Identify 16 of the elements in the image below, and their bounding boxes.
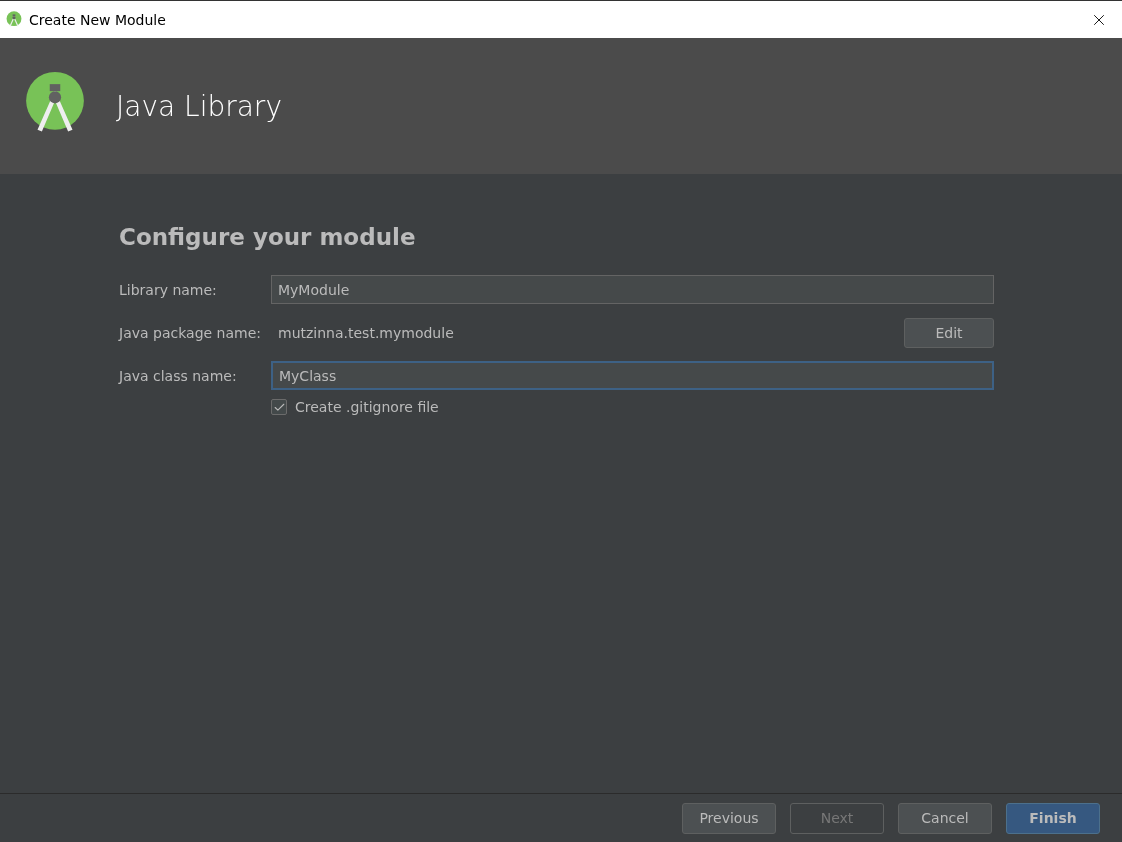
header-title: Java Library — [116, 89, 282, 123]
edit-button[interactable]: Edit — [904, 317, 994, 348]
section-heading: Configure your module — [119, 224, 417, 250]
dialog-button[interactable]: Previous — [682, 802, 776, 834]
field-label: Java class name: — [119, 367, 238, 384]
field-label: Java package name: — [119, 324, 262, 341]
dialog-button[interactable]: Cancel — [898, 802, 992, 834]
input-field[interactable]: MyModule — [271, 275, 994, 304]
field-label: Library name: — [119, 281, 218, 298]
dialog-button[interactable]: Finish — [1006, 802, 1100, 834]
input-field[interactable]: MyClass — [271, 361, 994, 390]
checkbox-label: Create .gitignore file — [295, 399, 439, 415]
package-name-value: mutzinna.test.mymodule — [277, 324, 455, 341]
checkbox[interactable] — [271, 399, 287, 415]
window-title: Create New Module — [29, 11, 167, 28]
app-logo-icon — [5, 10, 23, 29]
